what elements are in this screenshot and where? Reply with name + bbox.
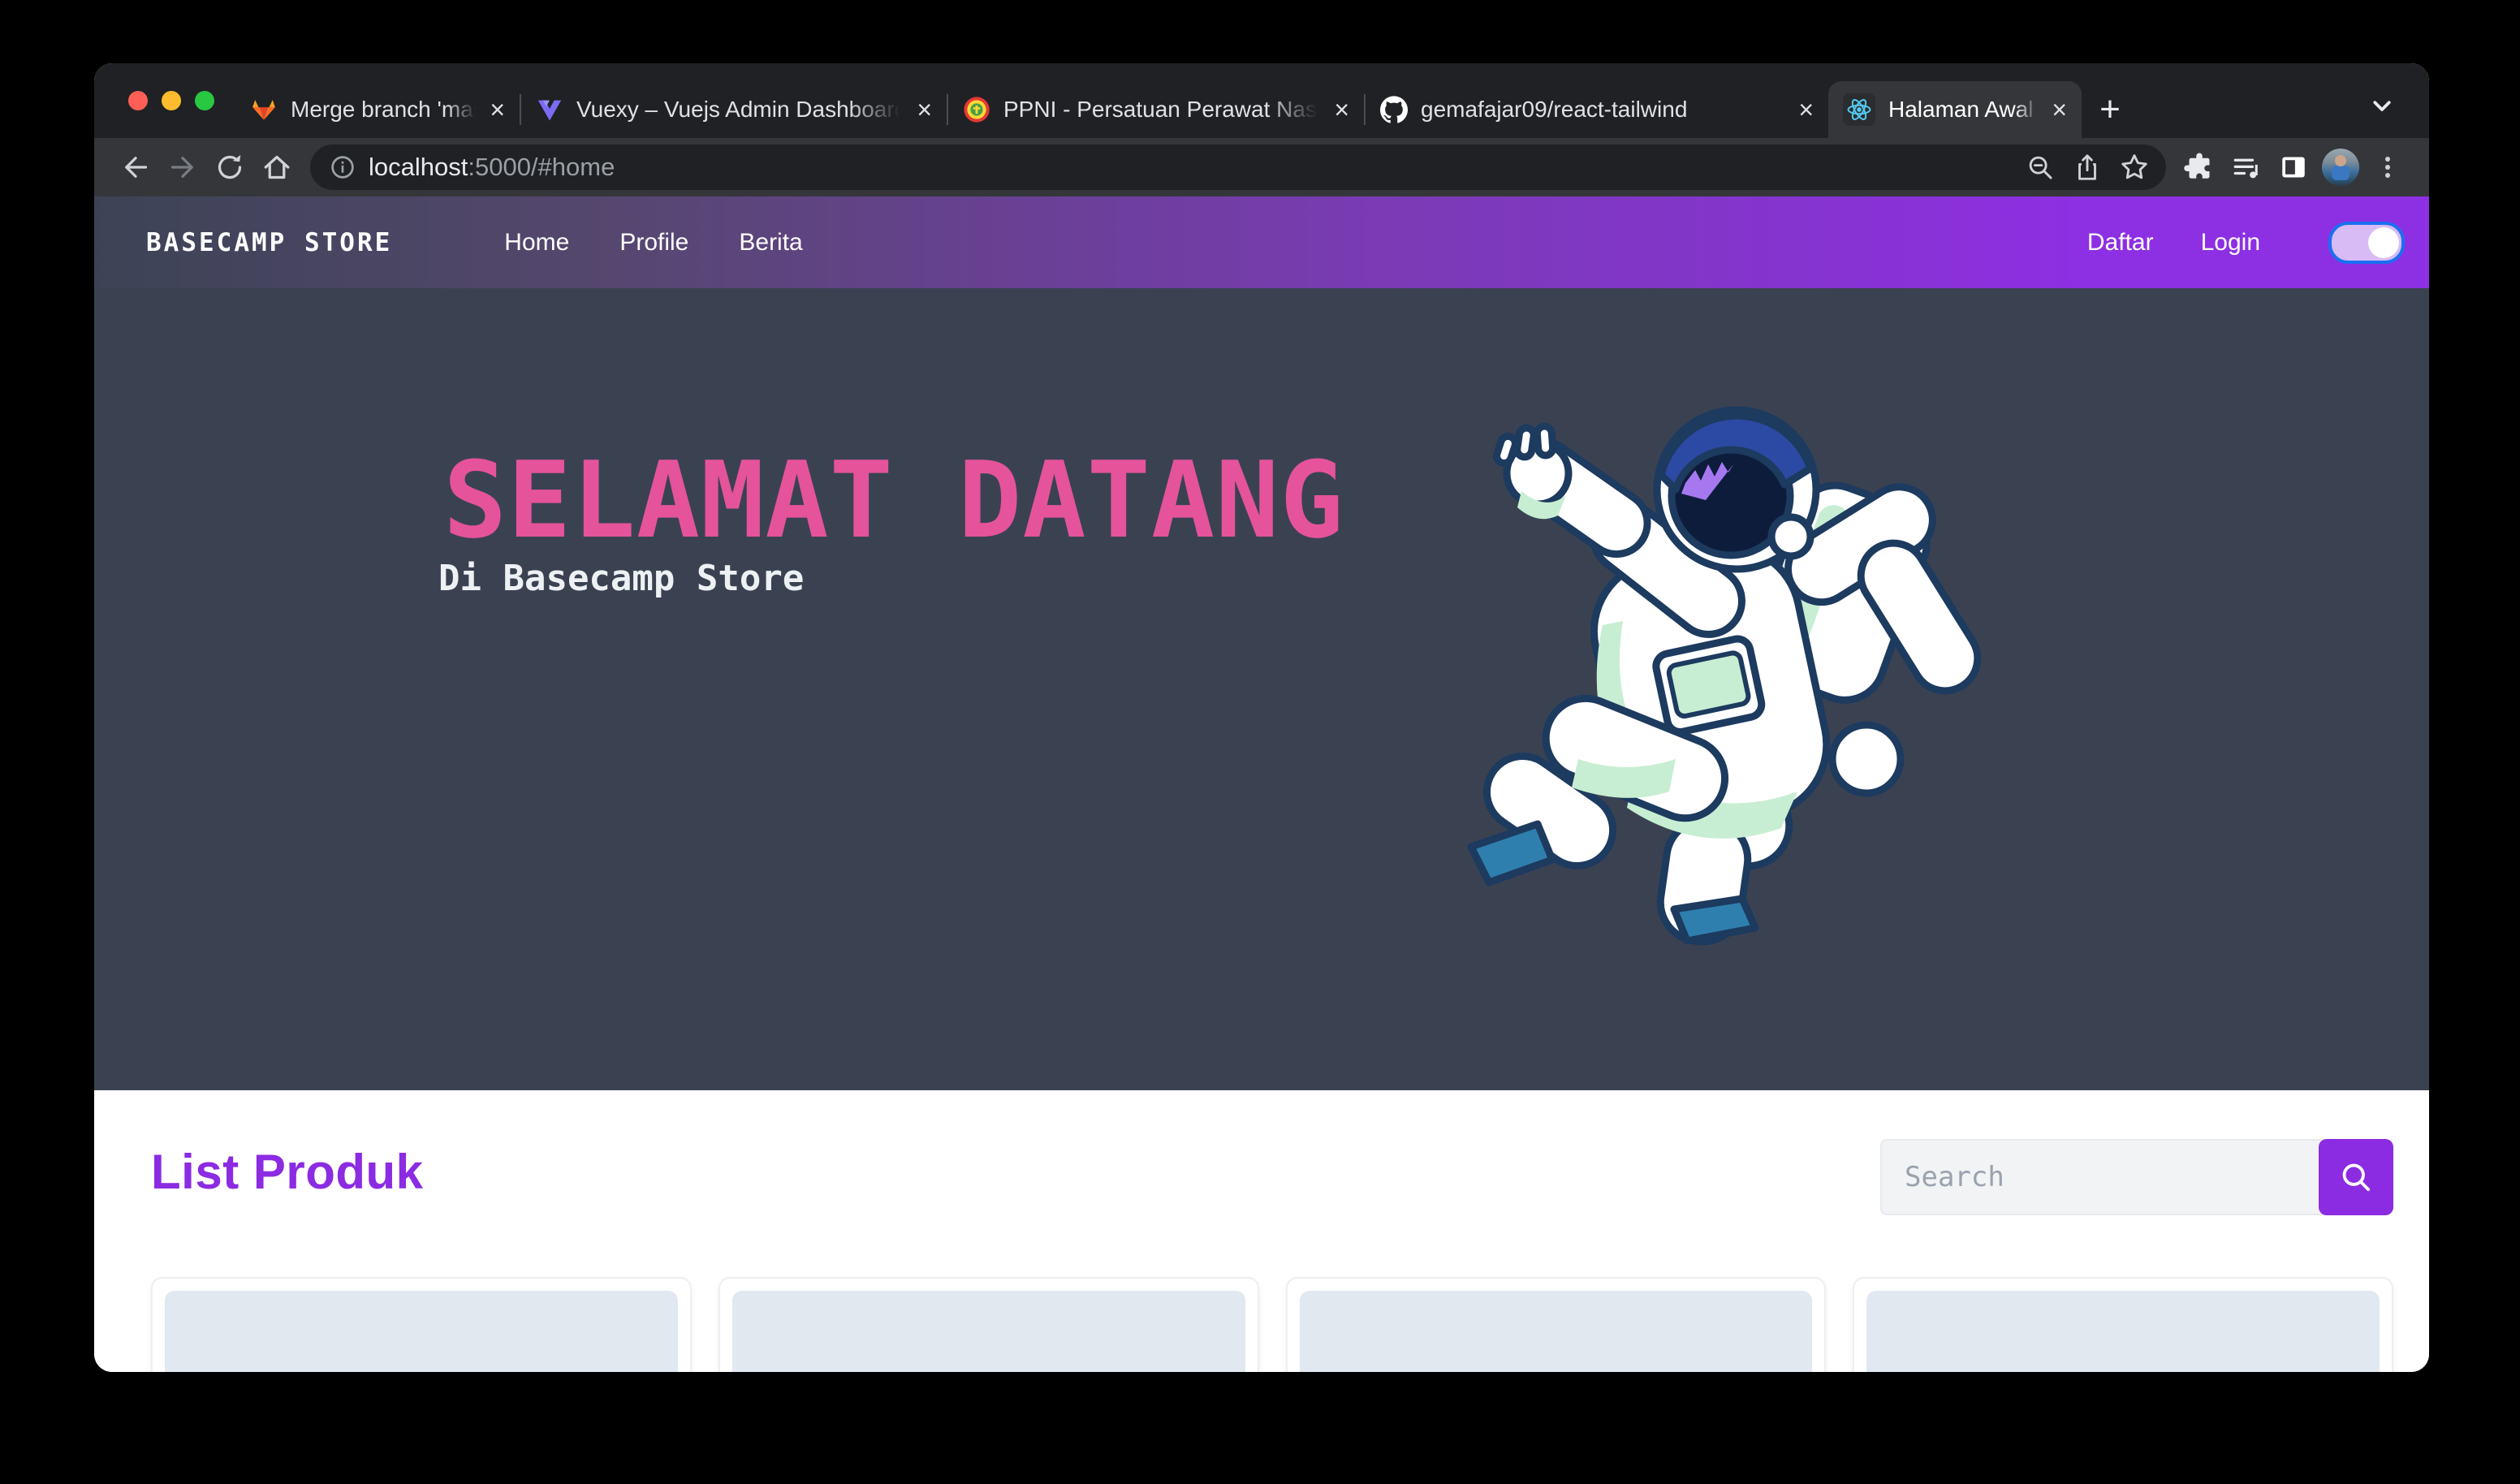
nav-link-login[interactable]: Login bbox=[2201, 229, 2260, 257]
site-info-icon[interactable] bbox=[328, 153, 357, 182]
back-icon[interactable] bbox=[112, 144, 159, 191]
extensions-puzzle-icon[interactable] bbox=[2176, 144, 2223, 191]
home-icon[interactable] bbox=[253, 144, 300, 191]
product-card[interactable] bbox=[1286, 1277, 1827, 1372]
search-button[interactable] bbox=[2319, 1139, 2393, 1215]
tab-github[interactable]: gemafajar09/react-tailwind × bbox=[1366, 81, 1828, 138]
tab-halaman-awal-active[interactable]: Halaman Awal × bbox=[1828, 81, 2082, 138]
tab-title: Merge branch 'master' into 'jiha bbox=[291, 97, 480, 123]
content-section: List Produk bbox=[94, 1090, 2429, 1372]
theme-toggle[interactable] bbox=[2328, 222, 2405, 264]
product-card[interactable] bbox=[718, 1277, 1259, 1372]
zoom-out-icon[interactable] bbox=[2017, 144, 2064, 191]
hero-section: SELAMAT DATANG Di Basecamp Store bbox=[94, 288, 2429, 1090]
tab-strip: Merge branch 'master' into 'jiha × Vuexy… bbox=[94, 63, 2429, 138]
search-input[interactable] bbox=[1880, 1139, 2325, 1215]
product-image-placeholder bbox=[1300, 1291, 1813, 1372]
vuexy-icon bbox=[536, 96, 563, 123]
product-grid bbox=[151, 1277, 2393, 1372]
menu-dots-icon[interactable] bbox=[2364, 144, 2411, 191]
nav-link-berita[interactable]: Berita bbox=[739, 229, 802, 257]
nav-right: Daftar Login bbox=[2087, 222, 2405, 264]
browser-window: Merge branch 'master' into 'jiha × Vuexy… bbox=[94, 63, 2429, 1372]
nav-links: Home Profile Berita bbox=[504, 229, 802, 257]
hero-subtitle: Di Basecamp Store bbox=[438, 558, 804, 599]
url-text: localhost:5000/#home bbox=[369, 153, 615, 182]
site-navbar: BASECAMP STORE Home Profile Berita Dafta… bbox=[94, 196, 2429, 288]
product-image-placeholder bbox=[165, 1291, 678, 1372]
url-bar[interactable]: localhost:5000/#home bbox=[310, 145, 2166, 190]
tab-title: gemafajar09/react-tailwind bbox=[1421, 97, 1789, 123]
reload-icon[interactable] bbox=[206, 144, 253, 191]
nav-link-home[interactable]: Home bbox=[504, 229, 569, 257]
minimize-window-button[interactable] bbox=[162, 91, 181, 110]
tab-vuexy[interactable]: Vuexy – Vuejs Admin Dashboard × bbox=[521, 81, 947, 138]
close-window-button[interactable] bbox=[128, 91, 148, 110]
close-tab-icon[interactable]: × bbox=[2052, 97, 2067, 123]
tab-ppni[interactable]: PPNI - Persatuan Perawat Nasio × bbox=[948, 81, 1364, 138]
brand-logo[interactable]: BASECAMP STORE bbox=[146, 228, 392, 257]
nav-link-daftar[interactable]: Daftar bbox=[2087, 229, 2154, 257]
tab-gitlab[interactable]: Merge branch 'master' into 'jiha × bbox=[235, 81, 520, 138]
bookmark-star-icon[interactable] bbox=[2111, 144, 2158, 191]
search-bar bbox=[1880, 1139, 2393, 1215]
media-controls-icon[interactable] bbox=[2223, 144, 2270, 191]
gitlab-icon bbox=[250, 96, 278, 123]
browser-toolbar: localhost:5000/#home bbox=[94, 138, 2429, 196]
page-title: List Produk bbox=[151, 1144, 424, 1200]
tabs: Merge branch 'master' into 'jiha × Vuexy… bbox=[235, 63, 2429, 138]
close-tab-icon[interactable]: × bbox=[490, 97, 505, 123]
product-image-placeholder bbox=[1866, 1291, 2380, 1372]
hero-title: SELAMAT DATANG bbox=[443, 438, 1344, 562]
search-icon bbox=[2338, 1159, 2374, 1195]
window-controls bbox=[94, 63, 235, 138]
react-icon bbox=[1843, 93, 1875, 126]
product-image-placeholder bbox=[732, 1291, 1245, 1372]
close-tab-icon[interactable]: × bbox=[1334, 97, 1349, 123]
github-icon bbox=[1380, 96, 1408, 123]
ppni-icon bbox=[963, 96, 990, 123]
tab-title: Vuexy – Vuejs Admin Dashboard bbox=[576, 97, 907, 123]
side-panel-icon[interactable] bbox=[2270, 144, 2317, 191]
forward-icon[interactable] bbox=[159, 144, 206, 191]
zoom-window-button[interactable] bbox=[195, 91, 214, 110]
product-card[interactable] bbox=[151, 1277, 692, 1372]
tab-title: PPNI - Persatuan Perawat Nasio bbox=[1003, 97, 1324, 123]
profile-avatar[interactable] bbox=[2322, 149, 2359, 186]
tab-title: Halaman Awal bbox=[1888, 97, 2042, 123]
new-tab-button[interactable]: + bbox=[2086, 86, 2134, 133]
close-tab-icon[interactable]: × bbox=[917, 97, 932, 123]
astronaut-illustration bbox=[1456, 377, 1992, 946]
tab-search-chevron-icon[interactable] bbox=[2366, 89, 2398, 122]
product-card[interactable] bbox=[1853, 1277, 2393, 1372]
nav-link-profile[interactable]: Profile bbox=[619, 229, 688, 257]
toggle-knob bbox=[2368, 227, 2399, 258]
close-tab-icon[interactable]: × bbox=[1798, 97, 1814, 123]
share-icon[interactable] bbox=[2064, 144, 2111, 191]
